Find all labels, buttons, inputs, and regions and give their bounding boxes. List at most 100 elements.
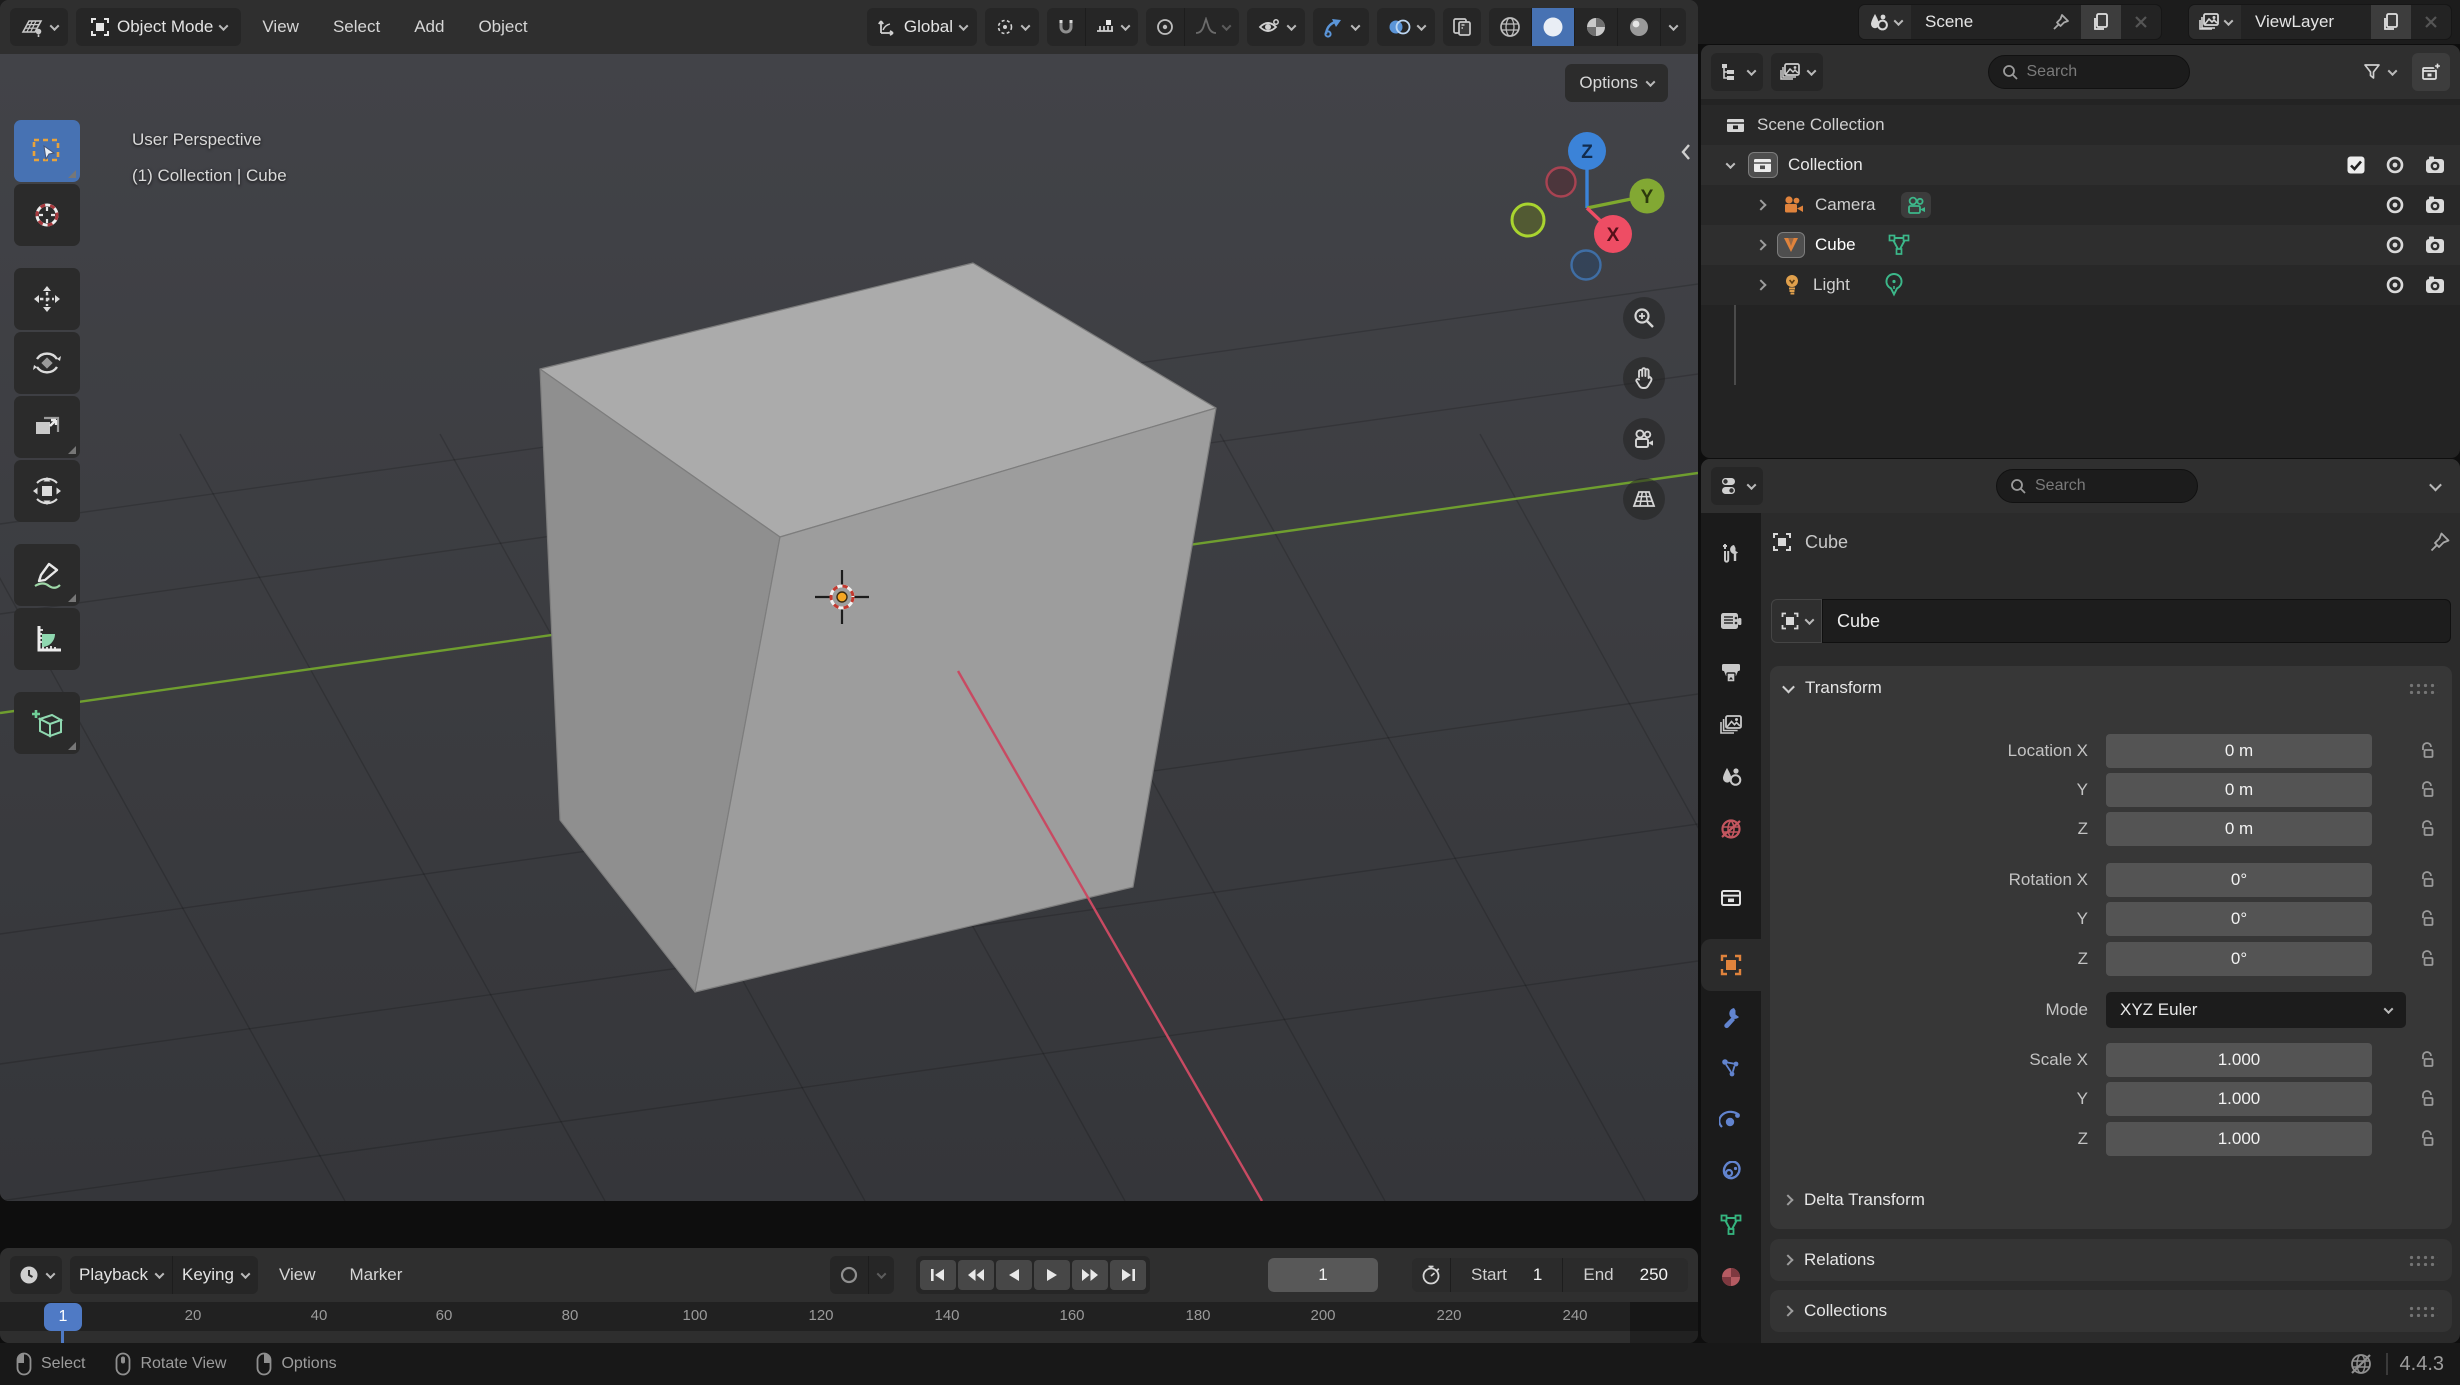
- timeline-view-menu[interactable]: View: [266, 1265, 329, 1285]
- tab-view-layer[interactable]: [1701, 699, 1761, 751]
- hide-eye-icon[interactable]: [2384, 275, 2406, 295]
- viewport-zoom-button[interactable]: [1623, 297, 1665, 339]
- row-collection[interactable]: Collection: [1701, 145, 2460, 185]
- jump-to-start-button[interactable]: [920, 1260, 956, 1290]
- shading-rendered-button[interactable]: [1617, 8, 1660, 46]
- collections-panel[interactable]: Collections: [1770, 1290, 2452, 1332]
- menu-add[interactable]: Add: [401, 17, 457, 37]
- viewport-editor-type-button[interactable]: [10, 8, 68, 46]
- next-keyframe-button[interactable]: [1072, 1260, 1108, 1290]
- object-name-field[interactable]: Cube: [1822, 599, 2451, 643]
- exclude-checkbox[interactable]: [2346, 155, 2366, 175]
- location-y-field[interactable]: 0 m: [2106, 773, 2372, 807]
- row-camera[interactable]: Camera: [1701, 185, 2460, 225]
- tool-measure[interactable]: [14, 608, 80, 670]
- snap-toggle[interactable]: [1047, 8, 1085, 46]
- tab-constraints[interactable]: [1701, 1147, 1761, 1199]
- tool-annotate[interactable]: [14, 544, 80, 606]
- prev-keyframe-button[interactable]: [958, 1260, 994, 1290]
- panel-grip-icon[interactable]: [2408, 682, 2438, 694]
- hide-eye-icon[interactable]: [2384, 195, 2406, 215]
- delta-transform-subpanel[interactable]: Delta Transform: [1770, 1178, 2452, 1222]
- tab-scene[interactable]: [1701, 751, 1761, 803]
- tool-scale[interactable]: [14, 396, 80, 458]
- playhead[interactable]: 1: [44, 1303, 82, 1331]
- shading-dropdown[interactable]: [1660, 8, 1686, 46]
- expand-chevron-icon[interactable]: [1755, 199, 1766, 210]
- lock-icon[interactable]: [2418, 741, 2436, 761]
- properties-options-chevron[interactable]: [2429, 478, 2442, 491]
- tab-object[interactable]: [1701, 939, 1761, 991]
- location-z-field[interactable]: 0 m: [2106, 812, 2372, 846]
- hide-eye-icon[interactable]: [2384, 155, 2406, 175]
- tab-modifiers[interactable]: [1701, 991, 1761, 1043]
- gizmos-group[interactable]: [1313, 8, 1369, 46]
- visibility-selector[interactable]: [1247, 8, 1305, 46]
- proportional-edit-toggle[interactable]: [1146, 8, 1184, 46]
- sidebar-collapse-arrow[interactable]: [1678, 140, 1694, 164]
- expand-chevron-icon[interactable]: [1755, 279, 1766, 290]
- autokey-toggle[interactable]: [830, 1256, 868, 1294]
- pivot-point-selector[interactable]: [985, 8, 1039, 46]
- camera-data-icon[interactable]: [1901, 192, 1931, 218]
- frame-end-field[interactable]: End 250: [1562, 1258, 1688, 1292]
- mode-selector[interactable]: Object Mode: [76, 8, 241, 46]
- jump-to-end-button[interactable]: [1110, 1260, 1146, 1290]
- menu-select[interactable]: Select: [320, 17, 393, 37]
- proportional-falloff-selector[interactable]: [1184, 8, 1239, 46]
- outliner-search[interactable]: [1988, 55, 2190, 89]
- relations-panel[interactable]: Relations: [1770, 1239, 2452, 1281]
- xray-toggle[interactable]: [1443, 8, 1481, 46]
- view-layer-browse-button[interactable]: [2189, 5, 2241, 39]
- timeline-track[interactable]: 20 40 60 80 100 120 140 160 180 200 220 …: [0, 1302, 1698, 1343]
- play-button[interactable]: [1034, 1260, 1070, 1290]
- view-layer-name[interactable]: ViewLayer: [2241, 12, 2371, 32]
- scale-y-field[interactable]: 1.000: [2106, 1082, 2372, 1116]
- rotation-z-field[interactable]: 0°: [2106, 942, 2372, 976]
- tab-render[interactable]: [1701, 595, 1761, 647]
- play-reverse-button[interactable]: [996, 1260, 1032, 1290]
- use-preview-range-button[interactable]: [1412, 1258, 1450, 1292]
- tab-physics[interactable]: [1701, 1095, 1761, 1147]
- outliner-editor-type-button[interactable]: [1711, 53, 1763, 91]
- row-light[interactable]: Light: [1701, 265, 2460, 305]
- tool-cursor[interactable]: [14, 184, 80, 246]
- disable-render-camera-icon[interactable]: [2424, 195, 2446, 215]
- view-layer-new-icon[interactable]: [2371, 5, 2411, 39]
- timeline-marker-menu[interactable]: Marker: [337, 1265, 416, 1285]
- disable-render-camera-icon[interactable]: [2424, 275, 2446, 295]
- rotation-y-field[interactable]: 0°: [2106, 902, 2372, 936]
- tab-object-data[interactable]: [1701, 1199, 1761, 1251]
- menu-view[interactable]: View: [249, 17, 312, 37]
- frame-start-field[interactable]: Start 1: [1450, 1258, 1562, 1292]
- viewport-canvas[interactable]: User Perspective (1) Collection | Cube O…: [0, 54, 1698, 1201]
- tab-output[interactable]: [1701, 647, 1761, 699]
- transform-orientation-selector[interactable]: Global: [867, 8, 977, 46]
- shading-material-button[interactable]: [1574, 8, 1617, 46]
- shading-solid-button[interactable]: [1531, 8, 1574, 46]
- viewport-pan-button[interactable]: [1623, 357, 1665, 399]
- timeline-editor-type-button[interactable]: [10, 1256, 62, 1294]
- hide-eye-icon[interactable]: [2384, 235, 2406, 255]
- properties-search-input[interactable]: [2035, 477, 2185, 495]
- menu-object[interactable]: Object: [465, 17, 540, 37]
- disable-render-camera-icon[interactable]: [2424, 155, 2446, 175]
- tool-rotate[interactable]: [14, 332, 80, 394]
- lock-icon[interactable]: [2418, 1050, 2436, 1070]
- lock-icon[interactable]: [2418, 819, 2436, 839]
- lock-icon[interactable]: [2418, 1089, 2436, 1109]
- tool-select-box[interactable]: [14, 120, 80, 182]
- row-scene-collection[interactable]: Scene Collection: [1701, 105, 2460, 145]
- tab-tool[interactable]: [1701, 527, 1761, 579]
- panel-grip-icon[interactable]: [2408, 1254, 2438, 1266]
- keying-menu[interactable]: Keying: [172, 1256, 258, 1294]
- mesh-data-icon[interactable]: [1886, 232, 1912, 258]
- playback-menu[interactable]: Playback: [70, 1256, 172, 1294]
- navigation-gizmo[interactable]: Z Y X: [1490, 105, 1690, 305]
- properties-search[interactable]: [1996, 469, 2198, 503]
- outliner-search-input[interactable]: [2027, 63, 2177, 81]
- lock-icon[interactable]: [2418, 780, 2436, 800]
- tool-move[interactable]: [14, 268, 80, 330]
- tab-particles[interactable]: [1701, 1043, 1761, 1095]
- expand-chevron-icon[interactable]: [1726, 159, 1736, 169]
